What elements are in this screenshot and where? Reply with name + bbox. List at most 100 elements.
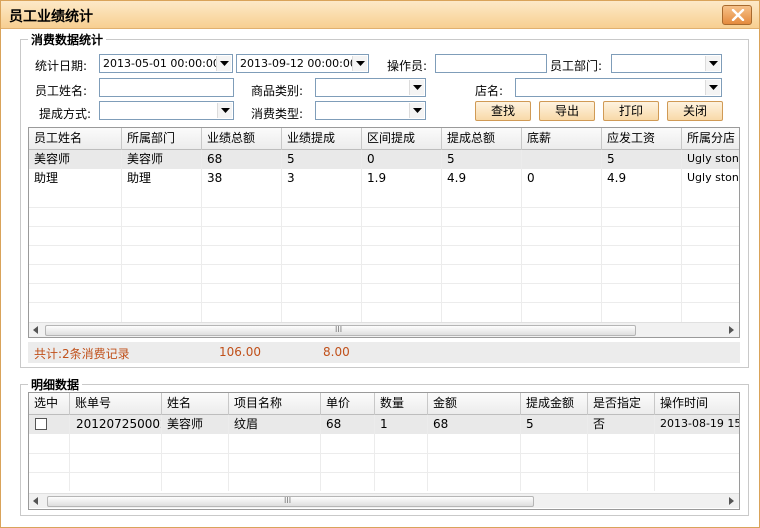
department-label: 员工部门: — [550, 59, 603, 73]
table-cell: 助理 — [29, 169, 122, 188]
table-cell: 5 — [442, 150, 522, 169]
window-close-button[interactable] — [722, 5, 752, 25]
col-amount[interactable]: 金额 — [428, 393, 521, 415]
table-cell: Ugly stone — [682, 150, 739, 169]
table-cell: 201207250002 — [70, 415, 162, 434]
employee-name-label: 员工姓名: — [35, 84, 88, 98]
commission-method-dropdown[interactable] — [217, 103, 232, 118]
date-from-picker[interactable]: 2013-05-01 00:00:00 — [99, 54, 233, 73]
product-category-label: 商品类别: — [251, 84, 304, 98]
col-unit-price[interactable]: 单价 — [321, 393, 375, 415]
date-from-dropdown[interactable] — [216, 56, 231, 71]
grid-line — [374, 415, 375, 491]
operator-input[interactable] — [435, 54, 547, 73]
table-cell: 5 — [282, 150, 362, 169]
summary-bar: 共计:2条消费记录 106.00 8.00 — [28, 342, 740, 363]
grid-line — [587, 415, 588, 491]
operator-label: 操作员: — [387, 59, 428, 73]
chevron-down-icon — [220, 61, 229, 66]
table-cell: 68 — [202, 150, 282, 169]
col-payable-salary[interactable]: 应发工资 — [602, 128, 682, 150]
table-cell: 美容师 — [122, 150, 202, 169]
date-to-dropdown[interactable] — [352, 56, 367, 71]
employee-name-input[interactable] — [99, 78, 234, 97]
close-button[interactable]: 关闭 — [667, 101, 723, 121]
detail-horizontal-scrollbar[interactable]: III — [29, 493, 739, 508]
table-cell: 否 — [588, 415, 655, 434]
summary-horizontal-scrollbar[interactable]: III — [29, 322, 739, 337]
table-cell: 38 — [202, 169, 282, 188]
grid-line — [427, 415, 428, 491]
chevron-down-icon — [709, 61, 718, 66]
col-performance-total[interactable]: 业绩总额 — [202, 128, 282, 150]
grid-line — [29, 472, 739, 473]
table-cell: 68 — [321, 415, 375, 434]
grid-line — [320, 415, 321, 491]
col-is-designated[interactable]: 是否指定 — [588, 393, 655, 415]
grid-line — [29, 207, 739, 208]
col-employee-name[interactable]: 员工姓名 — [29, 128, 122, 150]
col-range-commission[interactable]: 区间提成 — [362, 128, 442, 150]
store-select[interactable] — [515, 78, 722, 97]
scroll-left-icon[interactable] — [33, 497, 38, 505]
row-select-checkbox[interactable] — [35, 418, 47, 430]
table-cell: 0 — [522, 169, 602, 188]
col-performance-commission[interactable]: 业绩提成 — [282, 128, 362, 150]
product-category-select[interactable] — [315, 78, 426, 97]
record-count: 共计:2条消费记录 — [34, 347, 130, 361]
department-select[interactable] — [611, 54, 722, 73]
consumption-type-dropdown[interactable] — [409, 103, 424, 118]
grid-line — [281, 150, 282, 322]
grid-line — [29, 453, 739, 454]
grid-line — [654, 415, 655, 491]
table-cell: 1.9 — [362, 169, 442, 188]
table-cell: 0 — [362, 150, 442, 169]
col-commission-total[interactable]: 提成总额 — [442, 128, 522, 150]
grid-line — [29, 264, 739, 265]
grid-line — [521, 150, 522, 322]
col-item-name[interactable]: 项目名称 — [229, 393, 321, 415]
product-category-dropdown[interactable] — [409, 80, 424, 95]
store-dropdown[interactable] — [705, 80, 720, 95]
detail-data-legend: 明细数据 — [28, 376, 83, 393]
table-cell: 3 — [282, 169, 362, 188]
col-branch[interactable]: 所属分店 — [682, 128, 739, 150]
col-base-salary[interactable]: 底薪 — [522, 128, 602, 150]
col-commission-amount[interactable]: 提成金额 — [521, 393, 588, 415]
print-button[interactable]: 打印 — [603, 101, 659, 121]
col-quantity[interactable]: 数量 — [375, 393, 428, 415]
scroll-right-icon[interactable] — [729, 326, 734, 334]
total-amount: 106.00 — [219, 345, 261, 359]
summary-table-header: 员工姓名 所属部门 业绩总额 业绩提成 区间提成 提成总额 底薪 应发工资 所属… — [29, 128, 739, 150]
grid-line — [520, 415, 521, 491]
col-name[interactable]: 姓名 — [162, 393, 229, 415]
export-button[interactable]: 导出 — [539, 101, 595, 121]
consumption-type-select[interactable] — [315, 101, 426, 120]
commission-method-label: 提成方式: — [39, 107, 92, 121]
scroll-right-icon[interactable] — [729, 497, 734, 505]
grid-line — [201, 150, 202, 322]
table-row[interactable]: 美容师 美容师 68 5 0 5 5 Ugly stone — [29, 150, 739, 169]
select-cell — [29, 415, 70, 434]
close-icon — [731, 9, 745, 21]
col-select[interactable]: 选中 — [29, 393, 70, 415]
date-to-picker[interactable]: 2013-09-12 00:00:00 — [236, 54, 369, 73]
table-cell: 2013-08-19 15:0 — [655, 415, 739, 434]
chevron-down-icon — [356, 61, 365, 66]
col-operation-time[interactable]: 操作时间 — [655, 393, 739, 415]
table-row[interactable]: 201207250002 美容师 纹眉 68 1 68 5 否 2013-08-… — [29, 415, 739, 434]
summary-table: 员工姓名 所属部门 业绩总额 业绩提成 区间提成 提成总额 底薪 应发工资 所属… — [28, 127, 740, 338]
col-bill-number[interactable]: 账单号 — [70, 393, 162, 415]
department-dropdown[interactable] — [705, 56, 720, 71]
col-department[interactable]: 所属部门 — [122, 128, 202, 150]
chevron-down-icon — [221, 108, 230, 113]
window-title: 员工业绩统计 — [9, 9, 93, 25]
grid-line — [29, 245, 739, 246]
table-row[interactable]: 助理 助理 38 3 1.9 4.9 0 4.9 Ugly stone — [29, 169, 739, 188]
search-button[interactable]: 查找 — [475, 101, 531, 121]
scroll-left-icon[interactable] — [33, 326, 38, 334]
scrollbar-grip: III — [284, 496, 292, 505]
table-cell: 5 — [602, 150, 682, 169]
commission-method-select[interactable] — [99, 101, 234, 120]
table-cell: 纹眉 — [229, 415, 321, 434]
